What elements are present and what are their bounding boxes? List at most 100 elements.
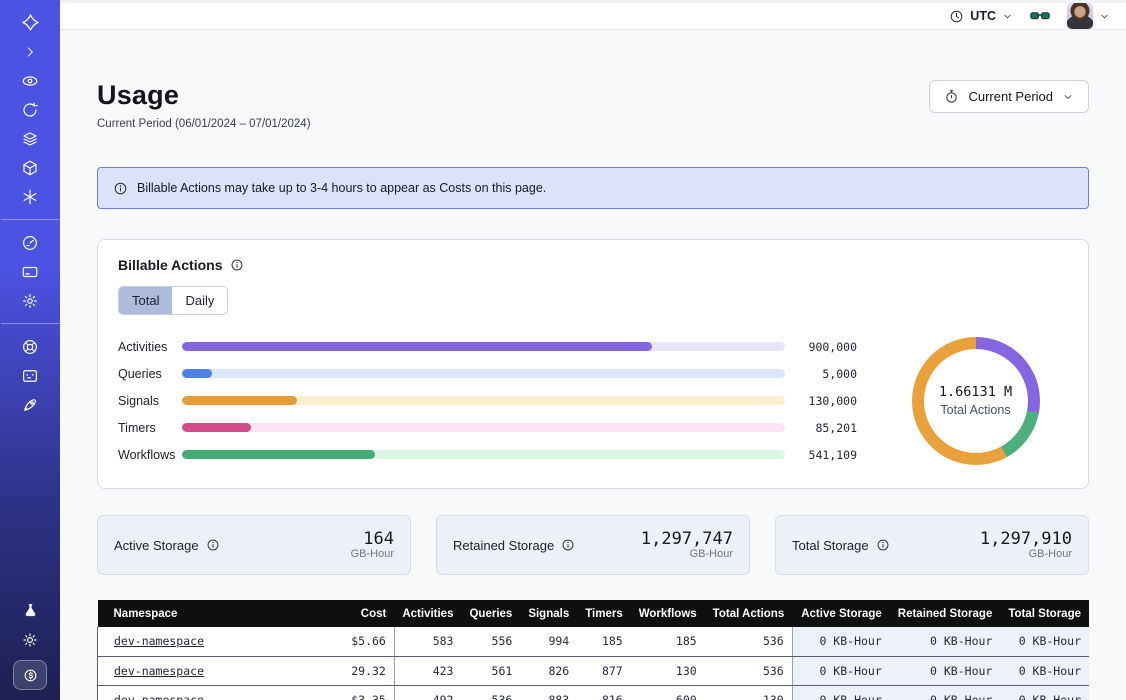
retained-storage-cell: 0 KB-Hour [890,627,1001,656]
bar-value: 5,000 [785,367,857,381]
signals-cell: 994 [520,627,577,656]
total-actions-cell: 130 [705,685,793,700]
total-actions-cell: 536 [705,656,793,685]
info-icon[interactable] [876,538,890,552]
bar-track [182,450,785,459]
bar-row-activities: Activities 900,000 [118,333,857,360]
deployments-cube-icon[interactable] [0,155,60,180]
account-menu[interactable] [1067,3,1110,29]
glasses-icon[interactable] [1029,5,1051,27]
bar-label: Queries [118,367,182,381]
col-workflows: Workflows [631,600,705,627]
active-storage-card: Active Storage 164 GB-Hour [97,515,411,575]
namespace-link[interactable]: dev-namespace [114,634,204,648]
total-actions-label: Total Actions [940,403,1010,417]
col-retained-storage: Retained Storage [890,600,1001,627]
info-icon[interactable] [206,538,220,552]
bar-track [182,423,785,432]
retained-storage-cell: 0 KB-Hour [890,656,1001,685]
bar-fill [182,450,375,459]
namespaces-eye-icon[interactable] [0,68,60,93]
donut-chart-wrap: 1.66131 M Total Actions [883,333,1068,468]
timers-cell: 816 [577,685,631,700]
support-lifebuoy-icon[interactable] [0,334,60,359]
period-selector-button[interactable]: Current Period [929,80,1089,113]
tab-total[interactable]: Total [119,287,172,314]
signals-cell: 826 [520,656,577,685]
col-total-storage: Total Storage [1000,600,1089,627]
storage-unit: GB-Hour [351,548,394,560]
col-total-actions: Total Actions [705,600,793,627]
chevron-down-icon [1002,11,1013,22]
bar-fill [182,342,652,351]
info-icon[interactable] [230,258,244,272]
activities-cell: 423 [394,656,461,685]
donut-center: 1.66131 M Total Actions [924,349,1028,453]
timers-cell: 877 [577,656,631,685]
info-icon [113,181,128,196]
settings-gear-icon[interactable] [0,288,60,313]
namespace-link[interactable]: dev-namespace [114,664,204,678]
bar-track [182,369,785,378]
queries-cell: 536 [461,685,520,700]
timezone-label: UTC [970,9,996,23]
cost-cell: 29.32 [313,656,395,685]
total-storage-card: Total Storage 1,297,910 GB-Hour [775,515,1089,575]
timezone-selector[interactable]: UTC [949,9,1013,24]
billable-actions-tabs: Total Daily [118,286,228,315]
getting-started-rocket-icon[interactable] [0,392,60,417]
signals-cell: 883 [520,685,577,700]
bar-row-signals: Signals 130,000 [118,387,857,414]
labs-flask-icon[interactable] [0,598,60,623]
usage-gauge-icon[interactable] [0,230,60,255]
timers-cell: 185 [577,627,631,656]
stack-layers-icon[interactable] [0,126,60,151]
sidebar-divider [1,323,60,324]
col-namespace: Namespace [98,600,313,627]
top-bar: UTC [60,0,1126,30]
namespace-link[interactable]: dev-namespace [114,693,204,700]
table-row: dev-namespace $3.35 492 536 883 816 600 … [98,685,1090,700]
bar-chart: Activities 900,000 Queries 5,000 Signals… [118,333,883,468]
cost-cell: $5.66 [313,627,395,656]
col-queries: Queries [461,600,520,627]
bar-label: Signals [118,394,182,408]
queries-cell: 561 [461,656,520,685]
col-timers: Timers [577,600,631,627]
temporal-logo-icon[interactable] [0,10,60,35]
tab-daily[interactable]: Daily [172,287,227,314]
bar-label: Timers [118,421,182,435]
bar-label: Activities [118,340,182,354]
bar-fill [182,396,297,405]
cost-cell: $3.35 [313,685,395,700]
chevron-down-icon [1099,11,1110,22]
nexus-asterisk-icon[interactable] [0,184,60,209]
sidebar [0,0,60,700]
feedback-terminal-icon[interactable] [0,363,60,388]
total-actions-value: 1.66131 M [939,384,1012,400]
banner-text: Billable Actions may take up to 3-4 hour… [137,181,546,195]
queries-cell: 556 [461,627,520,656]
bar-fill [182,369,212,378]
stopwatch-icon [944,89,959,104]
activities-cell: 492 [394,685,461,700]
sidebar-expand-chevron-icon[interactable] [0,39,60,64]
main-area: UTC Usage Current Period (06/01/2024 – 0… [60,0,1126,700]
schedules-retry-clock-icon[interactable] [0,97,60,122]
bar-track [182,342,785,351]
bar-label: Workflows [118,448,182,462]
total-storage-cell: 0 KB-Hour [1000,627,1089,656]
usage-money-button[interactable] [13,660,47,690]
retained-storage-label: Retained Storage [453,538,575,553]
info-icon[interactable] [561,538,575,552]
billable-actions-card: Billable Actions Total Daily Activities … [97,239,1089,489]
period-selector-label: Current Period [968,89,1053,104]
active-storage-cell: 0 KB-Hour [792,627,890,656]
theme-sun-icon[interactable] [0,627,60,652]
active-storage-cell: 0 KB-Hour [792,656,890,685]
bar-value: 130,000 [785,394,857,408]
billing-card-icon[interactable] [0,259,60,284]
table-header-row: Namespace Cost Activities Queries Signal… [98,600,1090,627]
active-storage-label: Active Storage [114,538,220,553]
storage-unit: GB-Hour [641,548,733,560]
